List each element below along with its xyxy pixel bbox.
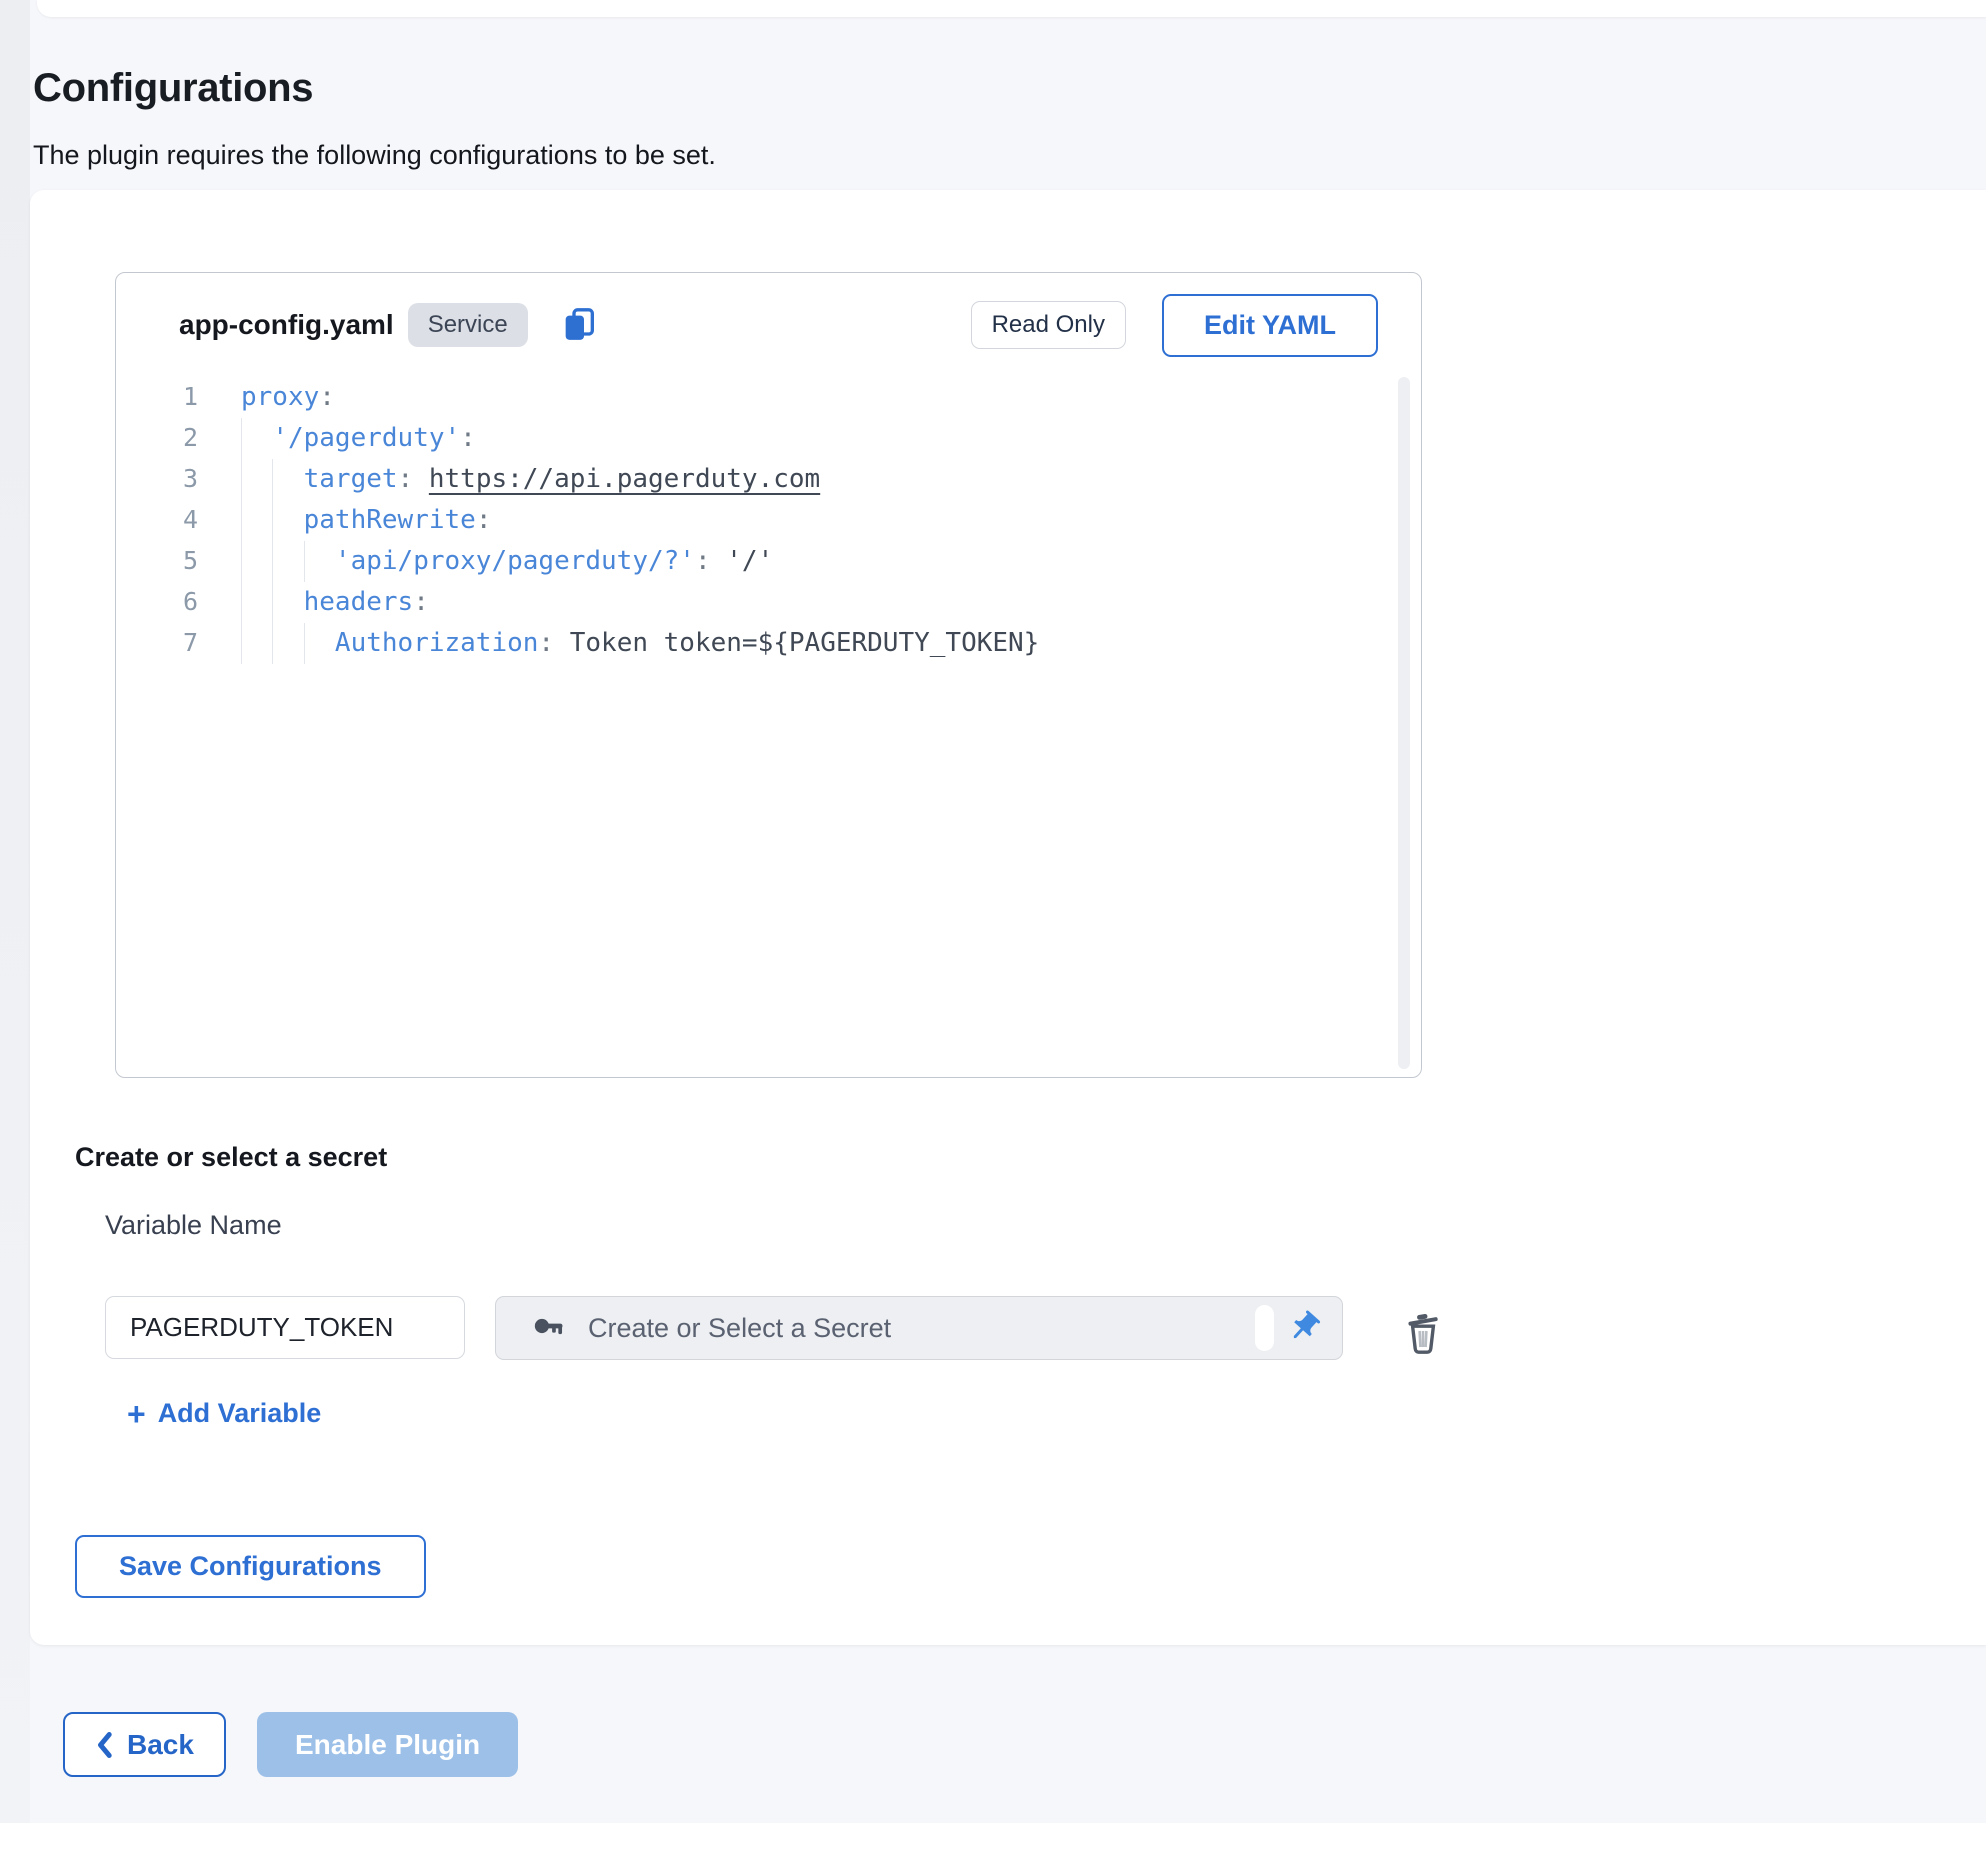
line-number: 6	[116, 582, 198, 623]
previous-card-edge	[37, 0, 1986, 17]
code-line: 2 '/pagerduty':	[116, 418, 1391, 459]
copy-icon	[559, 304, 599, 347]
secret-select[interactable]: Create or Select a Secret	[495, 1296, 1343, 1360]
code-line: 3 target: https://api.pagerduty.com	[116, 459, 1391, 500]
trash-icon	[1399, 1345, 1447, 1360]
plus-icon: +	[127, 1401, 146, 1427]
chevron-left-icon	[95, 1731, 113, 1759]
page-title: Configurations	[33, 66, 313, 111]
editor-filename: app-config.yaml	[179, 309, 394, 341]
secret-section-heading: Create or select a secret	[75, 1142, 387, 1173]
secret-select-placeholder: Create or Select a Secret	[588, 1313, 891, 1344]
pin-secret-button[interactable]	[1278, 1302, 1330, 1354]
yaml-editor-panel: app-config.yaml Service Read Only Edit Y…	[115, 272, 1422, 1078]
left-gutter-strip	[0, 0, 30, 1823]
line-number: 5	[116, 541, 198, 582]
select-divider	[1255, 1305, 1274, 1351]
code-line: 1proxy:	[116, 377, 1391, 418]
yaml-code-viewer: 1proxy:2 '/pagerduty':3 target: https://…	[116, 377, 1391, 664]
copy-button[interactable]	[556, 302, 602, 348]
service-badge: Service	[408, 303, 528, 347]
pushpin-icon	[1286, 1309, 1322, 1348]
page-subtitle: The plugin requires the following config…	[33, 140, 716, 171]
editor-scrollbar[interactable]	[1398, 377, 1410, 1069]
bottom-strip	[0, 1823, 1986, 1856]
line-number: 1	[116, 377, 198, 418]
line-number: 2	[116, 418, 198, 459]
configurations-card: app-config.yaml Service Read Only Edit Y…	[30, 190, 1986, 1645]
code-line: 4 pathRewrite:	[116, 500, 1391, 541]
add-variable-button[interactable]: + Add Variable	[117, 1388, 331, 1439]
line-number: 3	[116, 459, 198, 500]
edit-yaml-button[interactable]: Edit YAML	[1162, 294, 1378, 357]
back-button[interactable]: Back	[63, 1712, 226, 1777]
line-number: 4	[116, 500, 198, 541]
code-line: 7 Authorization: Token token=${PAGERDUTY…	[116, 623, 1391, 664]
read-only-badge: Read Only	[971, 301, 1126, 349]
code-line: 5 'api/proxy/pagerduty/?': '/'	[116, 541, 1391, 582]
editor-header: app-config.yaml Service Read Only Edit Y…	[116, 273, 1421, 377]
save-configurations-button[interactable]: Save Configurations	[75, 1535, 426, 1598]
back-button-label: Back	[127, 1729, 194, 1761]
variable-name-label: Variable Name	[105, 1210, 282, 1241]
add-variable-label: Add Variable	[158, 1398, 322, 1429]
delete-variable-button[interactable]	[1398, 1308, 1448, 1360]
variable-name-input[interactable]	[105, 1296, 465, 1359]
configurations-page: Configurations The plugin requires the f…	[0, 0, 1986, 1856]
enable-plugin-button[interactable]: Enable Plugin	[257, 1712, 518, 1777]
code-line: 6 headers:	[116, 582, 1391, 623]
key-icon	[532, 1309, 566, 1348]
line-number: 7	[116, 623, 198, 664]
